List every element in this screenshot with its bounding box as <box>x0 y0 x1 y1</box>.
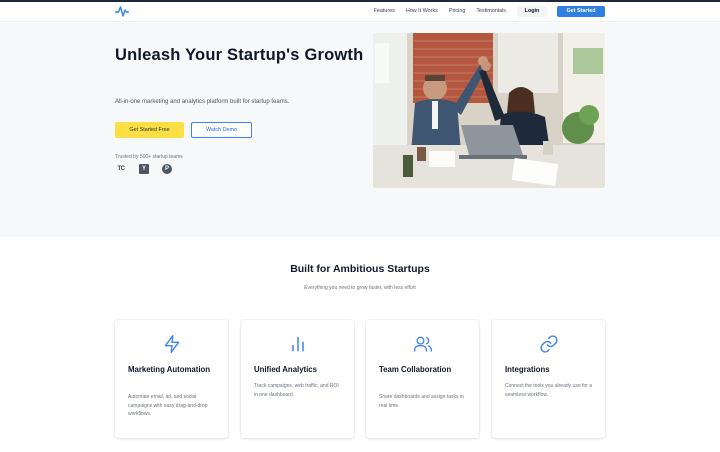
watch-demo-button[interactable]: Watch Demo <box>191 122 252 138</box>
feature-card-marketing-automation: Marketing Automation Automate email, ad,… <box>115 320 228 438</box>
pulse-icon[interactable] <box>115 5 129 18</box>
feature-card-unified-analytics: Unified Analytics Track campaigns, web t… <box>241 320 354 438</box>
hero-image <box>373 33 605 188</box>
nav-testimonials[interactable]: Testimonials <box>476 8 506 14</box>
trusted-text: Trusted by 500+ startup teams <box>115 154 183 160</box>
feature-description: Track campaigns, web traffic, and ROI in… <box>254 383 339 398</box>
hero-title: Unleash Your Startup's Growth <box>115 46 364 64</box>
features-title: Built for Ambitious Startups <box>290 263 430 275</box>
site-header: Features How It Works Pricing Testimonia… <box>0 2 720 22</box>
features-subtitle: Everything you need to grow faster, with… <box>304 285 416 291</box>
link-icon <box>539 335 558 353</box>
lightning-icon <box>164 335 179 353</box>
feature-card-team-collaboration: Team Collaboration Share dashboards and … <box>366 320 479 438</box>
feature-description: Connect the tools you already use for a … <box>505 383 592 398</box>
office-high-five-photo <box>373 33 605 188</box>
nav-features[interactable]: Features <box>374 8 395 14</box>
main-nav: Features How It Works Pricing Testimonia… <box>374 8 506 14</box>
techcrunch-logo: TC <box>117 165 126 172</box>
bar-chart-icon <box>291 336 304 352</box>
users-icon <box>413 336 432 352</box>
get-started-button[interactable]: Get Started <box>557 6 605 17</box>
hero-subtitle: All-in-one marketing and analytics platf… <box>115 99 290 105</box>
login-button[interactable]: Login <box>517 6 547 17</box>
nav-how-it-works[interactable]: How It Works <box>406 8 438 14</box>
ycombinator-logo: Y <box>139 164 149 174</box>
feature-description: Automate email, ad, and social campaigns… <box>128 394 208 417</box>
feature-title: Integrations <box>505 365 550 374</box>
feature-title: Marketing Automation <box>128 365 211 374</box>
get-started-free-button[interactable]: Get Started Free <box>115 122 184 138</box>
producthunt-logo: P <box>162 164 172 174</box>
feature-description: Share dashboards and assign tasks in rea… <box>379 394 464 409</box>
feature-title: Unified Analytics <box>254 365 317 374</box>
feature-card-integrations: Integrations Connect the tools you alrea… <box>492 320 605 438</box>
feature-title: Team Collaboration <box>379 365 452 374</box>
nav-pricing[interactable]: Pricing <box>449 8 465 14</box>
